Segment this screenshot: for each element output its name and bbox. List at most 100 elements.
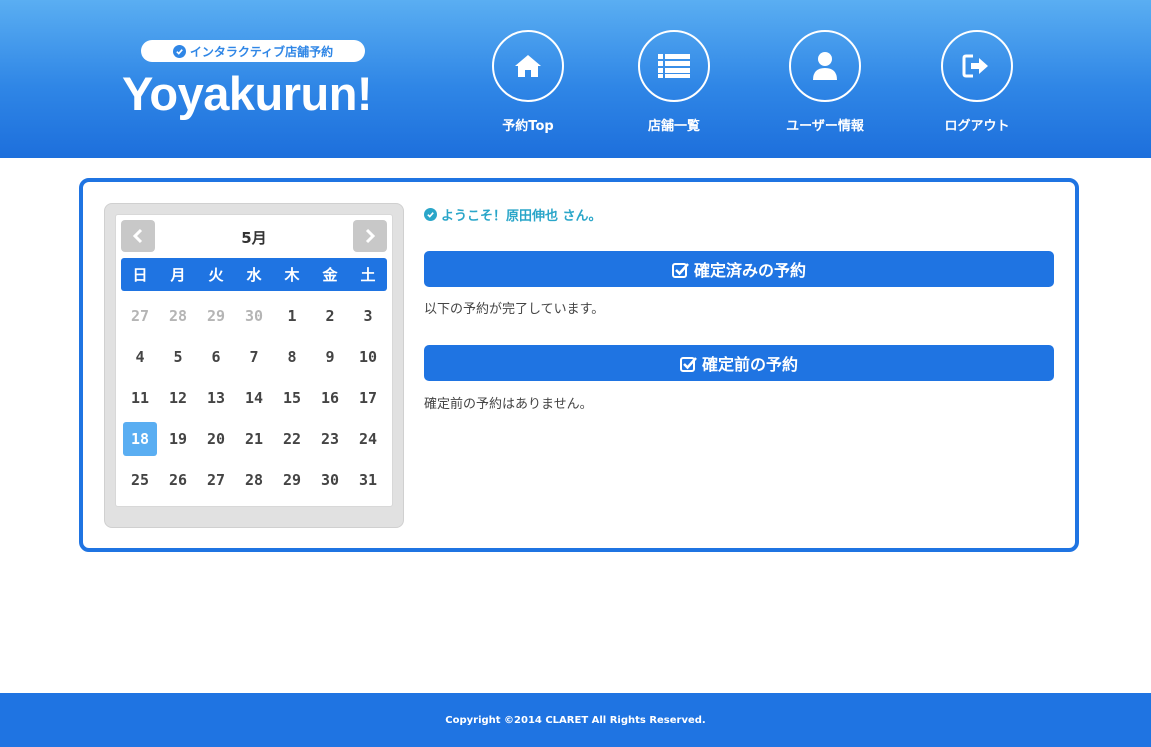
- calendar-prev-button[interactable]: [121, 220, 155, 252]
- calendar-day-number: 29: [282, 470, 302, 489]
- calendar-day[interactable]: 22: [273, 418, 311, 459]
- logout-icon: [962, 54, 988, 78]
- calendar-day-number: 11: [130, 388, 150, 407]
- weekday-label: 火: [208, 266, 224, 284]
- tagline-text: インタラクティブ店舗予約: [189, 44, 334, 59]
- calendar-day-number: 30: [244, 306, 264, 325]
- calendar-day-today[interactable]: 18: [121, 418, 159, 459]
- section-title: 確定済みの予約: [693, 261, 806, 280]
- calendar-day-number: 19: [168, 429, 188, 448]
- calendar-day[interactable]: 25: [121, 459, 159, 500]
- footer: Copyright ©2014 CLARET All Rights Reserv…: [0, 693, 1151, 747]
- calendar-day[interactable]: 10: [349, 336, 387, 377]
- tagline-badge: インタラクティブ店舗予約: [141, 40, 365, 62]
- calendar-day[interactable]: 20: [197, 418, 235, 459]
- calendar-day[interactable]: 30: [311, 459, 349, 500]
- calendar-day-number: 3: [363, 306, 373, 325]
- list-icon: [658, 54, 690, 78]
- calendar-day-number: 6: [211, 347, 221, 366]
- calendar-day[interactable]: 5: [159, 336, 197, 377]
- chevron-right-icon: [365, 228, 376, 244]
- nav-circle: [492, 30, 564, 102]
- calendar-day-number: 20: [206, 429, 226, 448]
- checkbox-icon: [671, 262, 689, 278]
- check-circle-icon: [172, 44, 186, 58]
- calendar-day-number: 4: [135, 347, 145, 366]
- weekday-label: 金: [322, 266, 338, 284]
- confirmed-reservations-text: 以下の予約が完了しています。: [424, 302, 605, 317]
- calendar-day[interactable]: 6: [197, 336, 235, 377]
- calendar-day-number: 23: [320, 429, 340, 448]
- calendar-day[interactable]: 21: [235, 418, 273, 459]
- calendar-weekday-header: 日 月 火 水 木 金 土: [121, 258, 387, 291]
- user-icon: [813, 52, 837, 80]
- calendar-day[interactable]: 24: [349, 418, 387, 459]
- calendar-day[interactable]: 11: [121, 377, 159, 418]
- checkbox-icon: [679, 356, 697, 372]
- welcome-text: ようこそ！原田伸也 さん。: [441, 209, 602, 224]
- calendar-day-number: 5: [173, 347, 183, 366]
- calendar-day-number: 18: [123, 421, 157, 456]
- calendar-body: 5月 日 月 火 水 木 金 土 27 28 29 30 1 2 3 4 5 6 7 8 9 10 11 12…: [115, 214, 393, 507]
- calendar-day[interactable]: 3: [349, 295, 387, 336]
- calendar-day-number: 21: [244, 429, 264, 448]
- calendar-day-number: 22: [282, 429, 302, 448]
- check-circle-icon: [424, 208, 437, 221]
- calendar-day[interactable]: 13: [197, 377, 235, 418]
- calendar-day[interactable]: 19: [159, 418, 197, 459]
- calendar-day[interactable]: 1: [273, 295, 311, 336]
- calendar-day[interactable]: 28: [235, 459, 273, 500]
- calendar-day-number: 9: [325, 347, 335, 366]
- calendar-day-number: 31: [358, 470, 378, 489]
- calendar-day[interactable]: 8: [273, 336, 311, 377]
- calendar-day[interactable]: 17: [349, 377, 387, 418]
- weekday-label: 土: [360, 266, 376, 284]
- nav-label: ユーザー情報: [786, 119, 864, 134]
- confirmed-reservations-header: 確定済みの予約: [424, 251, 1054, 287]
- chevron-left-icon: [132, 228, 143, 244]
- calendar-day[interactable]: 23: [311, 418, 349, 459]
- nav-label: 店舗一覧: [647, 119, 700, 134]
- calendar-day-number: 15: [282, 388, 302, 407]
- nav-user-info[interactable]: ユーザー情報: [760, 30, 890, 134]
- calendar-day[interactable]: 26: [159, 459, 197, 500]
- calendar-day[interactable]: 7: [235, 336, 273, 377]
- copyright-text: Copyright ©2014 CLARET All Rights Reserv…: [445, 714, 706, 726]
- calendar-day[interactable]: 16: [311, 377, 349, 418]
- nav-reservation-top[interactable]: 予約Top: [463, 30, 593, 134]
- calendar-day-number: 14: [244, 388, 264, 407]
- header: インタラクティブ店舗予約 Yoyakurun! 予約Top 店舗一覧 ユーザー情…: [0, 0, 1151, 158]
- calendar-day[interactable]: 9: [311, 336, 349, 377]
- calendar-day-number: 8: [287, 347, 297, 366]
- calendar-day[interactable]: 31: [349, 459, 387, 500]
- nav-store-list[interactable]: 店舗一覧: [609, 30, 739, 134]
- calendar-day[interactable]: 14: [235, 377, 273, 418]
- calendar: 5月 日 月 火 水 木 金 土 27 28 29 30 1 2 3 4 5 6 7 8 9 10 11 12…: [104, 203, 404, 528]
- calendar-month-title: 5月: [241, 229, 267, 247]
- nav-circle: [638, 30, 710, 102]
- calendar-day[interactable]: 12: [159, 377, 197, 418]
- calendar-day[interactable]: 27: [121, 295, 159, 336]
- calendar-day[interactable]: 29: [197, 295, 235, 336]
- calendar-day-number: 27: [130, 306, 150, 325]
- calendar-day-number: 27: [206, 470, 226, 489]
- calendar-day-number: 24: [358, 429, 378, 448]
- weekday-label: 木: [284, 266, 300, 284]
- calendar-day-number: 10: [358, 347, 378, 366]
- nav-logout[interactable]: ログアウト: [912, 30, 1042, 134]
- calendar-day-number: 29: [206, 306, 226, 325]
- calendar-day[interactable]: 2: [311, 295, 349, 336]
- calendar-next-button[interactable]: [353, 220, 387, 252]
- calendar-day[interactable]: 27: [197, 459, 235, 500]
- calendar-day-number: 2: [325, 306, 335, 325]
- calendar-day[interactable]: 29: [273, 459, 311, 500]
- calendar-day-number: 25: [130, 470, 150, 489]
- calendar-day[interactable]: 28: [159, 295, 197, 336]
- calendar-day[interactable]: 30: [235, 295, 273, 336]
- calendar-day-number: 26: [168, 470, 188, 489]
- calendar-day[interactable]: 15: [273, 377, 311, 418]
- calendar-day[interactable]: 4: [121, 336, 159, 377]
- nav-label: ログアウト: [944, 119, 1010, 134]
- site-logo[interactable]: Yoyakurun!: [122, 66, 384, 121]
- pending-reservations-header: 確定前の予約: [424, 345, 1054, 381]
